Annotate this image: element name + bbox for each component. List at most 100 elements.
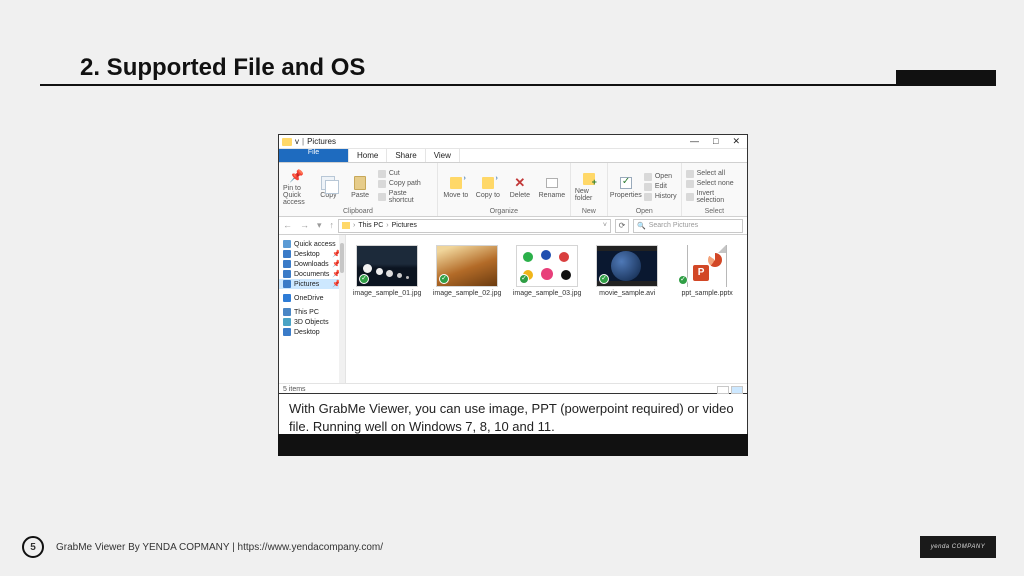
onedrive-icon bbox=[283, 294, 291, 302]
chevron-down-icon[interactable]: ˅ bbox=[603, 222, 607, 229]
corner-accent bbox=[896, 70, 996, 86]
copyto-button[interactable]: Copy to bbox=[474, 165, 502, 208]
group-select: Select all Select none Invert selection … bbox=[682, 163, 747, 216]
search-icon: 🔍 bbox=[637, 222, 646, 230]
copy-button[interactable]: Copy bbox=[315, 165, 343, 208]
selectall-button[interactable]: Select all bbox=[686, 170, 743, 178]
refresh-button[interactable]: ⟳ bbox=[615, 219, 629, 233]
3dobjects-icon bbox=[283, 318, 291, 326]
view-thumbnails-button[interactable] bbox=[731, 386, 743, 394]
folder-icon bbox=[282, 138, 292, 146]
sidebar: Quick access Desktop📌 Downloads📌 Documen… bbox=[279, 235, 346, 383]
pin-button[interactable]: 📌Pin to Quick access bbox=[283, 165, 311, 208]
invertselection-button[interactable]: Invert selection bbox=[686, 190, 743, 204]
sidebar-item-desktop2[interactable]: Desktop bbox=[279, 327, 345, 337]
search-input[interactable]: 🔍 Search Pictures bbox=[633, 219, 743, 233]
window-titlebar[interactable]: v | Pictures — □ ✕ bbox=[279, 135, 747, 149]
group-open: Properties Open Edit History Open bbox=[608, 163, 682, 216]
breadcrumb-root[interactable]: This PC bbox=[358, 222, 383, 229]
edit-button[interactable]: Edit bbox=[644, 183, 677, 191]
rename-icon bbox=[546, 178, 558, 188]
copypath-icon bbox=[378, 180, 386, 188]
page-number: 5 bbox=[22, 536, 44, 558]
invert-icon bbox=[686, 193, 694, 201]
file-item[interactable]: P ppt_sample.pptx bbox=[672, 245, 742, 373]
sidebar-scrollbar[interactable] bbox=[339, 235, 345, 383]
rename-button[interactable]: Rename bbox=[538, 165, 566, 208]
copyto-icon bbox=[482, 177, 494, 189]
group-label-open: Open bbox=[612, 208, 677, 216]
file-thumbnail bbox=[356, 245, 418, 287]
open-button[interactable]: Open bbox=[644, 173, 677, 181]
breadcrumb-folder[interactable]: Pictures bbox=[392, 222, 417, 229]
sidebar-item-onedrive[interactable]: OneDrive bbox=[279, 293, 345, 303]
nav-bar: ← → ▾ ↑ › This PC › Pictures ˅ ⟳ 🔍 Searc… bbox=[279, 217, 747, 235]
newfolder-icon bbox=[583, 173, 595, 185]
tab-view[interactable]: View bbox=[426, 149, 460, 162]
chevron-right-icon: › bbox=[386, 222, 388, 229]
minimize-button[interactable]: — bbox=[690, 136, 699, 147]
sidebar-item-thispc[interactable]: This PC bbox=[279, 307, 345, 317]
sync-badge-icon bbox=[439, 274, 449, 284]
sidebar-item-downloads[interactable]: Downloads📌 bbox=[279, 259, 345, 269]
paste-button[interactable]: Paste bbox=[346, 165, 374, 208]
moveto-button[interactable]: Move to bbox=[442, 165, 470, 208]
file-name: image_sample_01.jpg bbox=[353, 290, 422, 297]
tab-file[interactable]: File bbox=[279, 149, 349, 162]
move-icon bbox=[450, 177, 462, 189]
titlebar-folder: Pictures bbox=[307, 137, 336, 146]
file-item[interactable]: image_sample_02.jpg bbox=[432, 245, 502, 373]
file-thumbnail bbox=[516, 245, 578, 287]
group-organize: Move to Copy to ✕Delete Rename Organize bbox=[438, 163, 571, 216]
pasteshortcut-button[interactable]: Paste shortcut bbox=[378, 190, 433, 204]
group-clipboard: 📌Pin to Quick access Copy Paste Cut Copy… bbox=[279, 163, 438, 216]
delete-button[interactable]: ✕Delete bbox=[506, 165, 534, 208]
tab-share[interactable]: Share bbox=[387, 149, 425, 162]
open-icon bbox=[644, 173, 652, 181]
group-label-clipboard: Clipboard bbox=[283, 208, 433, 216]
selectall-icon bbox=[686, 170, 694, 178]
copypath-button[interactable]: Copy path bbox=[378, 180, 433, 188]
file-name: image_sample_02.jpg bbox=[433, 290, 502, 297]
address-bar[interactable]: › This PC › Pictures ˅ bbox=[338, 219, 611, 233]
file-thumbnail: P bbox=[676, 245, 738, 287]
back-button[interactable]: ← bbox=[283, 220, 292, 231]
footer: 5 GrabMe Viewer By YENDA COPMANY | https… bbox=[22, 536, 383, 558]
downloads-icon bbox=[283, 260, 291, 268]
history-button[interactable]: History bbox=[644, 193, 677, 201]
recent-dropdown[interactable]: ▾ bbox=[317, 220, 322, 231]
search-placeholder: Search Pictures bbox=[649, 222, 698, 229]
file-item[interactable]: image_sample_01.jpg bbox=[352, 245, 422, 373]
file-item[interactable]: movie_sample.avi bbox=[592, 245, 662, 373]
forward-button[interactable]: → bbox=[300, 220, 309, 231]
delete-icon: ✕ bbox=[512, 175, 528, 191]
view-details-button[interactable] bbox=[717, 386, 729, 394]
sync-badge-icon bbox=[359, 274, 369, 284]
sidebar-item-documents[interactable]: Documents📌 bbox=[279, 269, 345, 279]
newfolder-button[interactable]: New folder bbox=[575, 165, 603, 208]
selectnone-icon bbox=[686, 180, 694, 188]
star-icon bbox=[283, 240, 291, 248]
close-button[interactable]: ✕ bbox=[732, 136, 740, 147]
maximize-button[interactable]: □ bbox=[713, 136, 718, 147]
group-label-select: Select bbox=[686, 208, 743, 216]
up-button[interactable]: ↑ bbox=[330, 220, 335, 231]
selectnone-button[interactable]: Select none bbox=[686, 180, 743, 188]
tab-home[interactable]: Home bbox=[349, 149, 387, 162]
accent-bar bbox=[278, 434, 748, 456]
sidebar-item-3dobjects[interactable]: 3D Objects bbox=[279, 317, 345, 327]
sidebar-item-desktop[interactable]: Desktop📌 bbox=[279, 249, 345, 259]
sync-badge-icon bbox=[519, 274, 529, 284]
cut-button[interactable]: Cut bbox=[378, 170, 433, 178]
properties-button[interactable]: Properties bbox=[612, 165, 640, 208]
pin-icon: 📌 bbox=[289, 168, 305, 184]
file-pane[interactable]: image_sample_01.jpg image_sample_02.jpg … bbox=[346, 235, 748, 383]
ribbon: 📌Pin to Quick access Copy Paste Cut Copy… bbox=[279, 163, 747, 217]
ribbon-tabs: File Home Share View bbox=[279, 149, 747, 163]
documents-icon bbox=[283, 270, 291, 278]
sidebar-item-pictures[interactable]: Pictures📌 bbox=[279, 279, 345, 289]
company-logo: yenda COMPANY bbox=[920, 536, 996, 558]
sidebar-item-quick-access[interactable]: Quick access bbox=[279, 239, 345, 249]
pasteshortcut-icon bbox=[378, 193, 386, 201]
file-item[interactable]: image_sample_03.jpg bbox=[512, 245, 582, 373]
